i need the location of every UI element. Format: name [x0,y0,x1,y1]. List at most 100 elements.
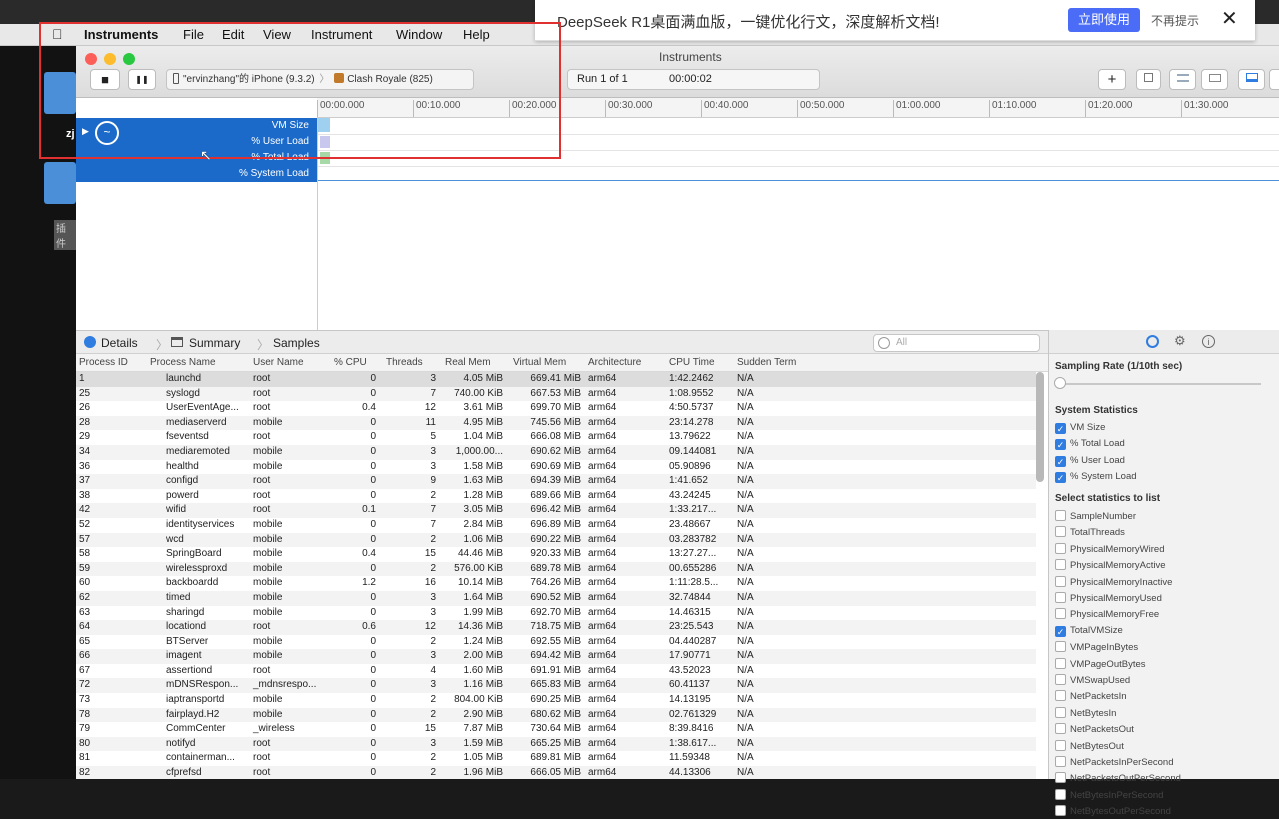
statistic-checkbox[interactable]: VMPageInBytes [1055,641,1138,655]
statistic-checkbox[interactable]: NetPacketsOutPerSecond [1055,772,1181,786]
checkbox-icon[interactable] [1055,739,1066,751]
table-row[interactable]: 36 healthd mobile 0 3 1.58 MiB 690.69 MiB arm64… [76,460,1036,475]
add-instrument-button[interactable]: + [1098,69,1126,90]
checkbox-icon[interactable] [1055,641,1066,653]
sampling-rate-slider-knob[interactable] [1054,377,1066,389]
checkbox-icon[interactable] [1055,706,1066,718]
popup-dismiss-link[interactable]: 不再提示 [1151,12,1199,29]
checkbox-icon[interactable] [1055,723,1066,735]
right-panel-icon[interactable] [1269,69,1279,90]
statistic-checkbox[interactable]: VMPageOutBytes [1055,657,1146,672]
table-row[interactable]: 29 fseventsd root 0 5 1.04 MiB 666.08 MiB arm64… [76,430,1036,445]
table-row[interactable]: 25 syslogd root 0 7 740.00 KiB 667.53 MiB arm64… [76,386,1036,402]
checkbox-icon[interactable] [1055,542,1066,554]
popup-use-button[interactable]: 立即使用 [1068,8,1140,32]
table-row[interactable]: 26 UserEventAge... root 0.4 12 3.61 MiB 699.70… [76,401,1036,416]
checkbox-icon[interactable] [1055,690,1066,702]
statistic-checkbox[interactable]: PhysicalMemoryUsed [1055,592,1162,606]
checkbox-icon[interactable] [1055,657,1066,669]
statistic-checkbox[interactable]: PhysicalMemoryActive [1055,559,1166,573]
table-row[interactable]: 66 imagent mobile 0 3 2.00 MiB 694.42 MiB arm64… [76,649,1036,664]
grid-view-icon[interactable] [1201,69,1228,90]
column-header[interactable]: CPU Time [669,357,715,368]
statistic-checkbox[interactable]: NetBytesInPerSecond [1055,788,1163,803]
table-row[interactable]: 64 locationd root 0.6 12 14.36 MiB 718.75 MiB a… [76,620,1036,635]
bottom-panel-icon[interactable] [1238,69,1265,90]
table-row[interactable]: 79 CommCenter _wireless 0 15 7.87 MiB 730.64 M… [76,722,1036,737]
checkbox-icon[interactable]: ✓ [1055,439,1066,451]
nav-samples[interactable]: Samples [273,336,320,350]
checkbox-icon[interactable]: ✓ [1055,455,1066,467]
statistic-checkbox[interactable]: ✓ TotalVMSize [1055,625,1123,639]
nav-details[interactable]: Details [101,336,138,350]
checkbox-icon[interactable]: ✓ [1055,472,1066,484]
checkbox-icon[interactable] [1055,526,1066,538]
table-row[interactable]: 37 configd root 0 9 1.63 MiB 694.39 MiB arm64 1:… [76,474,1036,489]
statistic-checkbox[interactable]: PhysicalMemoryInactive [1055,575,1172,590]
column-header[interactable]: % CPU [334,357,367,368]
statistic-checkbox[interactable]: ✓ VM Size [1055,422,1105,436]
record-settings-tab-icon[interactable] [1146,335,1159,348]
info-icon[interactable]: i [1202,335,1215,348]
statistic-checkbox[interactable]: SampleNumber [1055,510,1136,524]
checkbox-icon[interactable] [1055,559,1066,571]
column-header[interactable]: Architecture [588,357,641,368]
statistic-checkbox[interactable]: NetBytesOutPerSecond [1055,805,1171,819]
table-row[interactable]: 58 SpringBoard mobile 0.4 15 44.46 MiB 920.33 … [76,547,1036,562]
filter-input[interactable]: All [873,334,1040,352]
table-row[interactable]: 28 mediaserverd mobile 0 11 4.95 MiB 745.56 Mi… [76,415,1036,431]
statistic-checkbox[interactable]: ✓ % User Load [1055,455,1125,469]
table-row[interactable]: 73 iaptransportd mobile 0 2 804.00 KiB 690.25 … [76,693,1036,708]
table-row[interactable]: 52 identityservices mobile 0 7 2.84 MiB 696.89… [76,518,1036,533]
column-header[interactable]: Virtual Mem [513,357,566,368]
statistic-checkbox[interactable]: PhysicalMemoryWired [1055,542,1165,557]
checkbox-icon[interactable] [1055,608,1066,620]
checkbox-icon[interactable] [1055,592,1066,603]
column-header[interactable]: Process ID [79,357,128,368]
nav-summary[interactable]: Summary [189,336,240,350]
table-row[interactable]: 80 notifyd root 0 3 1.59 MiB 665.25 MiB arm64 1:… [76,736,1036,752]
table-row[interactable]: 72 mDNSRespon... _mdnsrespo... 0 3 1.16 MiB 66… [76,678,1036,694]
record-settings-icon[interactable] [1136,69,1161,90]
column-header[interactable]: User Name [253,357,304,368]
table-row[interactable]: 82 cfprefsd root 0 2 1.96 MiB 666.05 MiB arm64 4… [76,766,1036,779]
table-scrollbar[interactable] [1036,372,1044,482]
table-row[interactable]: 65 BTServer mobile 0 2 1.24 MiB 692.55 MiB arm6… [76,635,1036,650]
checkbox-icon[interactable]: ✓ [1055,423,1066,434]
table-row[interactable]: 57 wcd mobile 0 2 1.06 MiB 690.22 MiB arm64 03.2… [76,532,1036,548]
column-header[interactable]: Real Mem [445,357,491,368]
folder-icon[interactable] [44,162,76,204]
statistic-checkbox[interactable]: NetPacketsIn [1055,690,1127,704]
statistic-checkbox[interactable]: TotalThreads [1055,526,1125,540]
statistic-checkbox[interactable]: VMSwapUsed [1055,674,1130,688]
column-header[interactable]: Threads [386,357,423,368]
table-row[interactable]: 34 mediaremoted mobile 0 3 1,000.00... 690.62 … [76,444,1036,460]
checkbox-icon[interactable] [1055,772,1066,784]
statistic-checkbox[interactable]: PhysicalMemoryFree [1055,608,1159,622]
table-row[interactable]: 60 backboardd mobile 1.2 16 10.14 MiB 764.26 M… [76,576,1036,591]
table-row[interactable]: 62 timed mobile 0 3 1.64 MiB 690.52 MiB arm64 32… [76,590,1036,606]
statistic-checkbox[interactable]: ✓ % System Load [1055,471,1137,485]
table-row[interactable]: 63 sharingd mobile 0 3 1.99 MiB 692.70 MiB arm6… [76,606,1036,621]
checkbox-icon[interactable] [1055,575,1066,587]
gear-icon[interactable]: ⚙ [1174,333,1186,349]
statistic-checkbox[interactable]: ✓ % Total Load [1055,438,1125,452]
list-view-icon[interactable] [1169,69,1196,90]
checkbox-icon[interactable]: ✓ [1055,625,1066,637]
checkbox-icon[interactable] [1055,788,1066,800]
table-row[interactable]: 1 launchd root 0 3 4.05 MiB 669.41 MiB arm64 1:4… [76,372,1036,387]
checkbox-icon[interactable] [1055,510,1066,521]
table-row[interactable]: 38 powerd root 0 2 1.28 MiB 689.66 MiB arm64 43.… [76,489,1036,504]
column-header[interactable]: Process Name [150,357,216,368]
table-row[interactable]: 81 containerman... root 0 2 1.05 MiB 689.81 Mi… [76,751,1036,766]
checkbox-icon[interactable] [1055,805,1066,817]
statistic-checkbox[interactable]: NetBytesIn [1055,706,1116,721]
column-header[interactable]: Sudden Term [737,357,796,368]
close-icon[interactable]: ✕ [1221,6,1238,31]
checkbox-icon[interactable] [1055,674,1066,685]
checkbox-icon[interactable] [1055,756,1066,767]
table-row[interactable]: 42 wifid root 0.1 7 3.05 MiB 696.42 MiB arm64 1:… [76,503,1036,518]
sampling-rate-slider-track[interactable] [1057,383,1261,385]
statistic-checkbox[interactable]: NetBytesOut [1055,739,1124,754]
statistic-checkbox[interactable]: NetPacketsOut [1055,723,1134,737]
